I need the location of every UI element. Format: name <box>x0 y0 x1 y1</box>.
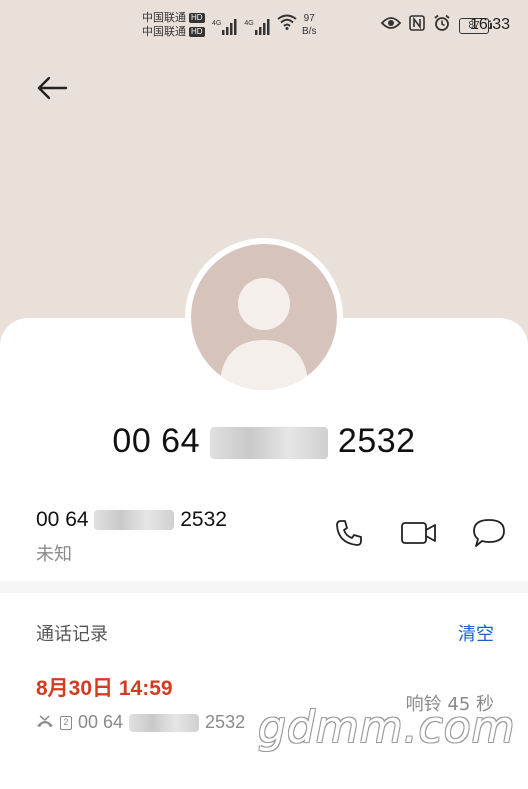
eye-icon <box>380 16 402 35</box>
call-log-title: 通话记录 <box>36 624 108 645</box>
call-button[interactable] <box>332 518 366 552</box>
missed-call-icon <box>36 712 54 733</box>
avatar[interactable] <box>191 244 337 390</box>
back-button[interactable] <box>30 70 74 110</box>
call-number-suffix: 2532 <box>205 712 246 732</box>
network-speed: 97 B/s <box>302 13 317 37</box>
contact-number-title: 00 64 2532 <box>0 422 528 461</box>
status-bar: 中国联通 HD 中国联通 HD 4G 4G 97 B/s 87 16:33 <box>0 0 528 50</box>
phone-icon <box>334 518 364 552</box>
number-prefix: 00 64 <box>112 422 201 460</box>
arrow-left-icon <box>36 76 68 104</box>
network-icons: 4G 4G <box>212 14 297 35</box>
number-suffix: 2532 <box>337 422 416 460</box>
video-call-button[interactable] <box>400 518 438 552</box>
number-row[interactable]: 00 64 2532 未知 <box>36 508 506 572</box>
carrier-2-label: 中国联通 <box>142 26 186 38</box>
carrier-info: 中国联通 HD 中国联通 HD <box>142 11 205 39</box>
signal-1-icon: 4G <box>212 19 238 35</box>
redacted-digits <box>209 427 328 460</box>
redacted-digits <box>94 510 175 531</box>
avatar-ring <box>185 238 343 396</box>
alarm-icon <box>433 14 451 37</box>
video-camera-icon <box>400 519 438 551</box>
call-log-header: 通话记录 清空 <box>36 620 494 646</box>
wifi-icon <box>277 14 297 35</box>
status-clock: 16:33 <box>469 16 510 33</box>
sim-2-icon: 2 <box>60 715 72 730</box>
carrier-1-label: 中国联通 <box>142 12 186 24</box>
redacted-digits <box>129 713 200 732</box>
message-bubble-icon <box>472 518 506 552</box>
person-icon <box>219 278 309 390</box>
hd-badge: HD <box>189 27 205 37</box>
watermark: gdmm.com <box>258 702 516 753</box>
action-buttons <box>332 518 506 552</box>
message-button[interactable] <box>472 518 506 552</box>
call-number-prefix: 00 64 <box>78 712 124 732</box>
nfc-icon <box>409 15 425 36</box>
signal-2-icon: 4G <box>244 19 270 35</box>
section-divider <box>0 581 528 593</box>
number-suffix: 2532 <box>180 508 227 531</box>
hd-badge: HD <box>189 13 205 23</box>
number-prefix: 00 64 <box>36 508 89 531</box>
clear-log-button[interactable]: 清空 <box>458 620 494 646</box>
